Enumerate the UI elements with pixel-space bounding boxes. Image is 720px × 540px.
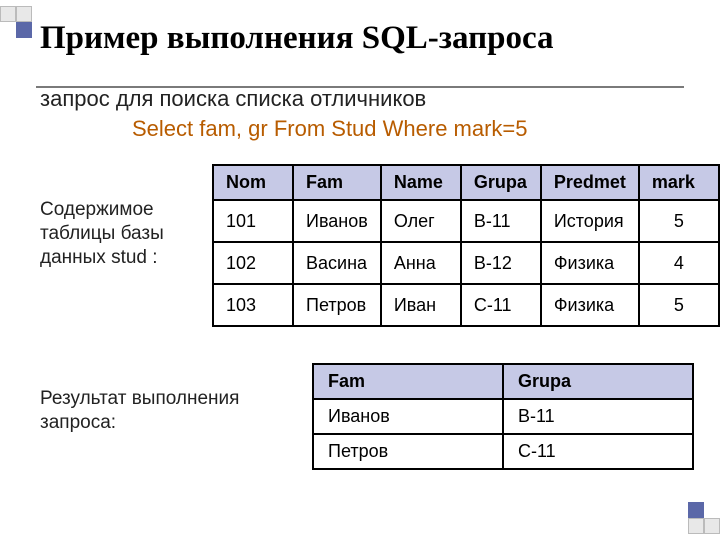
result-col-grupa: Grupa (503, 364, 693, 399)
result-table: Fam Grupa Иванов В-11 Петров С-11 (312, 363, 694, 470)
col-name: Name (381, 165, 461, 200)
slide-title: Пример выполнения SQL-запроса (40, 20, 680, 57)
table-row: 102 Васина Анна В-12 Физика 4 (213, 242, 719, 284)
table-row: 103 Петров Иван С-11 Физика 5 (213, 284, 719, 326)
source-table: Nom Fam Name Grupa Predmet mark 101 Иван… (212, 164, 720, 327)
sql-query: Select fam, gr From Stud Where mark=5 (132, 115, 680, 143)
col-mark: mark (639, 165, 719, 200)
source-table-caption: Содержимое таблицы базы данных stud : (40, 164, 198, 269)
col-predmet: Predmet (541, 165, 639, 200)
table-row: 101 Иванов Олег В-11 История 5 (213, 200, 719, 242)
col-grupa: Grupa (461, 165, 541, 200)
result-table-caption: Результат выполнения запроса: (40, 363, 284, 435)
result-col-fam: Fam (313, 364, 503, 399)
table-row: Петров С-11 (313, 434, 693, 469)
col-nom: Nom (213, 165, 293, 200)
table-row: Иванов В-11 (313, 399, 693, 434)
divider-top (36, 86, 684, 88)
intro-text: запрос для поиска списка отличников (40, 85, 680, 113)
col-fam: Fam (293, 165, 381, 200)
